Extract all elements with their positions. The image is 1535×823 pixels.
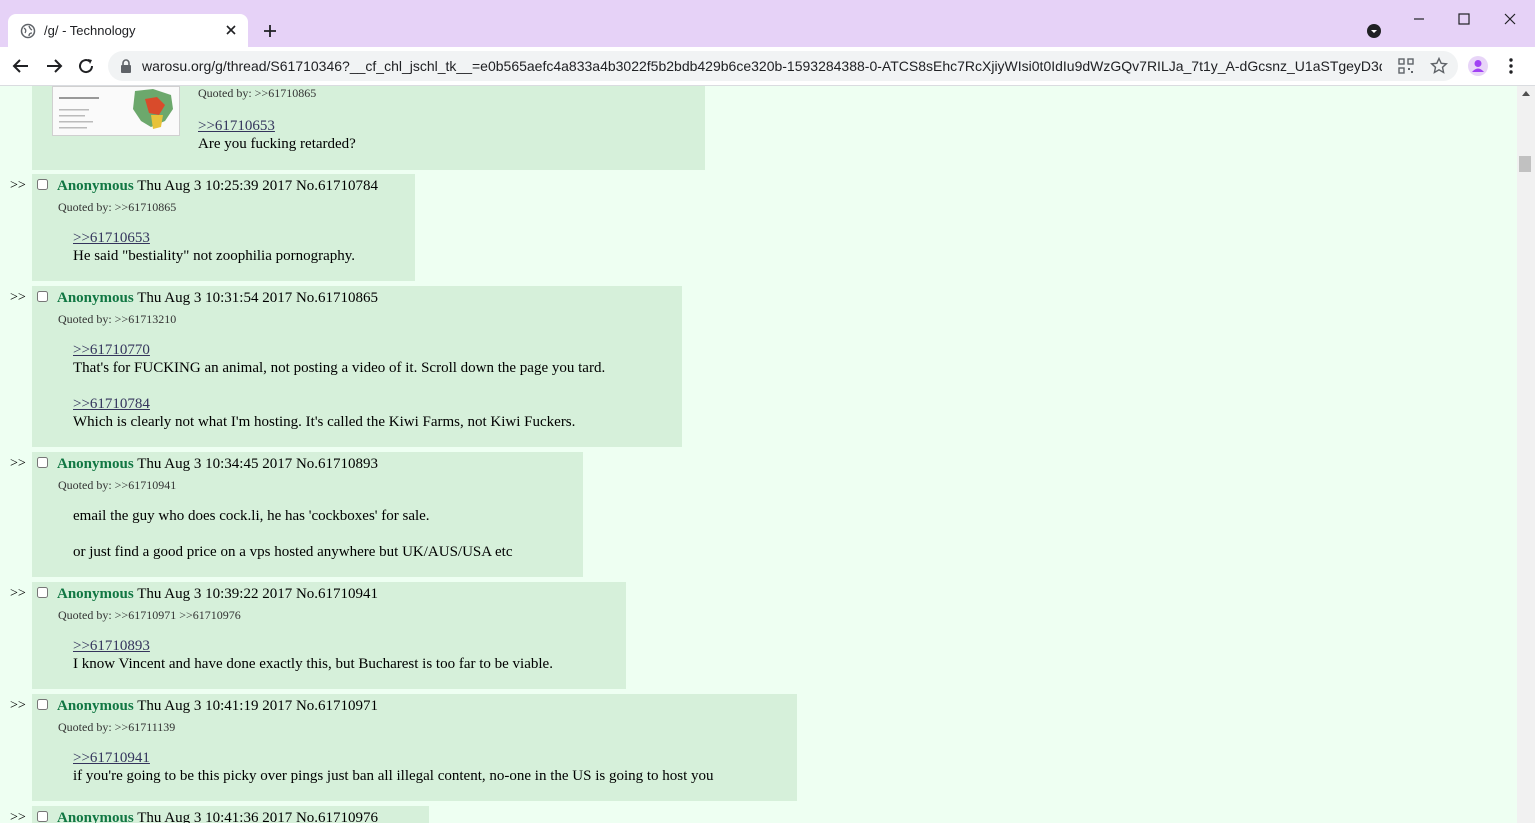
close-tab-icon[interactable] [224,23,238,37]
forward-icon[interactable] [45,57,63,75]
poster-name: Anonymous [57,810,134,823]
back-icon[interactable] [12,57,30,75]
tab-search-icon[interactable] [1366,23,1382,39]
post-date: Thu Aug 3 10:39:22 2017 [137,586,293,602]
post-number[interactable]: No.61710976 [296,810,378,823]
browser-tab[interactable]: /g/ - Technology [8,14,248,47]
lock-icon[interactable] [120,59,132,73]
thumbnail-image [53,87,179,135]
qr-code-icon[interactable] [1398,58,1414,74]
post-header: Anonymous Thu Aug 3 10:31:54 2017 No.617… [57,290,378,307]
post-header: Anonymous Thu Aug 3 10:41:36 2017 No.617… [57,810,378,823]
post-arrows: >> [10,586,26,601]
poster-name: Anonymous [57,178,134,194]
quoted-by[interactable]: Quoted by: >>61713210 [58,312,176,327]
kebab-menu-icon[interactable] [1503,57,1519,75]
quoted-by: Quoted by: >>61710865 [198,86,317,100]
browser-toolbar: warosu.org/g/thread/S61710346?__cf_chl_j… [0,47,1535,86]
quote-link[interactable]: >>61710770 [73,342,150,358]
reload-icon[interactable] [77,57,95,75]
post-checkbox[interactable] [37,811,48,822]
person-icon [1472,60,1484,72]
reply-post: Anonymous Thu Aug 3 10:31:54 2017 No.617… [32,286,682,447]
post-body: >>61710653 Are you fucking retarded? [198,117,356,153]
browser-titlebar: /g/ - Technology [0,0,1535,47]
post-arrows: >> [10,810,26,823]
new-tab-icon[interactable] [262,23,278,39]
post-text: He said "bestiality" not zoophilia porno… [73,248,356,264]
reply-post: Anonymous Thu Aug 3 10:41:36 2017 No.617… [32,806,429,823]
url-text[interactable]: warosu.org/g/thread/S61710346?__cf_chl_j… [142,58,1382,74]
post-header: Anonymous Thu Aug 3 10:39:22 2017 No.617… [57,586,378,603]
minimize-icon[interactable] [1412,12,1426,26]
close-window-icon[interactable] [1503,12,1517,26]
vertical-scrollbar[interactable] [1517,86,1535,823]
post-header: Anonymous Thu Aug 3 10:34:45 2017 No.617… [57,456,378,473]
post-checkbox[interactable] [37,587,48,598]
bookmark-star-icon[interactable] [1430,57,1448,75]
post-number[interactable]: No.61710893 [296,456,378,472]
quote-link[interactable]: >>61710784 [73,396,150,412]
reply-post: Anonymous Thu Aug 3 10:25:39 2017 No.617… [32,174,415,281]
post-date: Thu Aug 3 10:31:54 2017 [137,290,293,306]
post-header: Anonymous Thu Aug 3 10:41:19 2017 No.617… [57,698,378,715]
reply-post: Anonymous Thu Aug 3 10:34:45 2017 No.617… [32,452,583,577]
maximize-icon[interactable] [1457,12,1471,26]
post-text: email the guy who does cock.li, he has '… [73,508,430,524]
post-checkbox[interactable] [37,291,48,302]
post-number[interactable]: No.61710971 [296,698,378,714]
post-text: if you're going to be this picky over pi… [73,768,714,784]
poster-name: Anonymous [57,586,134,602]
post-thumbnail[interactable] [52,86,180,136]
post-date: Thu Aug 3 10:41:36 2017 [137,810,293,823]
post-text: or just find a good price on a vps hoste… [73,544,513,560]
quoted-by[interactable]: Quoted by: >>61710971 >>61710976 [58,608,241,623]
post-checkbox[interactable] [37,699,48,710]
post-text: Which is clearly not what I'm hosting. I… [73,414,576,430]
post-checkbox[interactable] [37,457,48,468]
quoted-by[interactable]: Quoted by: >>61710941 [58,478,176,493]
quote-link[interactable]: >>61710941 [73,750,150,766]
reply-post: Anonymous Thu Aug 3 10:41:19 2017 No.617… [32,694,797,801]
quoted-by[interactable]: Quoted by: >>61710865 [58,200,176,215]
post-header: Anonymous Thu Aug 3 10:25:39 2017 No.617… [57,178,378,195]
post-checkbox[interactable] [37,179,48,190]
post-arrows: >> [10,178,26,193]
post-arrows: >> [10,290,26,305]
reply-post-partial: Quoted by: >>61710865 >>61710653 Are you… [32,86,705,170]
post-body: email the guy who does cock.li, he has '… [73,507,513,561]
reply-post: Anonymous Thu Aug 3 10:39:22 2017 No.617… [32,582,626,689]
post-number[interactable]: No.61710865 [296,290,378,306]
post-body: >>61710893 I know Vincent and have done … [73,637,553,673]
post-arrows: >> [10,698,26,713]
quote-link[interactable]: >>61710893 [73,638,150,654]
quote-link[interactable]: >>61710653 [73,230,150,246]
tab-title: /g/ - Technology [44,23,136,38]
profile-avatar[interactable] [1468,56,1488,76]
post-text: Are you fucking retarded? [198,136,356,152]
poster-name: Anonymous [57,456,134,472]
thread-page: Quoted by: >>61710865 >>61710653 Are you… [0,86,1517,823]
address-bar[interactable]: warosu.org/g/thread/S61710346?__cf_chl_j… [108,51,1458,81]
post-date: Thu Aug 3 10:34:45 2017 [137,456,293,472]
post-body: >>61710653 He said "bestiality" not zoop… [73,229,355,265]
globe-icon [20,23,36,39]
poster-name: Anonymous [57,698,134,714]
post-body: >>61710941 if you're going to be this pi… [73,749,714,785]
post-date: Thu Aug 3 10:25:39 2017 [137,178,293,194]
scroll-up-arrow-icon[interactable] [1522,91,1530,96]
post-number[interactable]: No.61710941 [296,586,378,602]
poster-name: Anonymous [57,290,134,306]
post-text: I know Vincent and have done exactly thi… [73,656,553,672]
quote-link[interactable]: >>61710653 [198,118,275,134]
post-arrows: >> [10,456,26,471]
post-body: >>61710770 That's for FUCKING an animal,… [73,341,605,431]
post-text: That's for FUCKING an animal, not postin… [73,360,606,376]
post-number[interactable]: No.61710784 [296,178,378,194]
scrollbar-thumb[interactable] [1519,156,1531,172]
quoted-by[interactable]: Quoted by: >>61711139 [58,720,175,735]
post-date: Thu Aug 3 10:41:19 2017 [137,698,293,714]
